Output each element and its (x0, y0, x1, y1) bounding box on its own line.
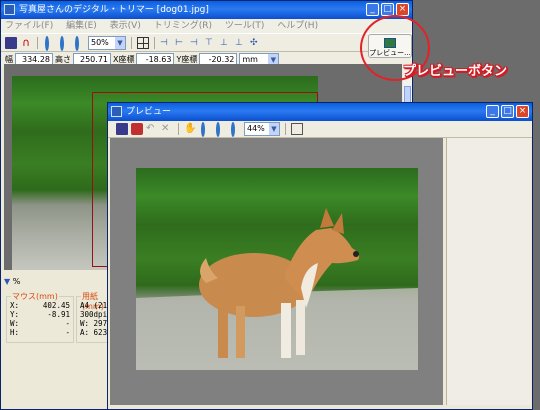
zoom-select[interactable]: 50% ▼ (88, 35, 126, 50)
zoom-fit-icon[interactable] (73, 35, 85, 51)
zoom-in-icon[interactable] (43, 35, 55, 51)
mouse-row: X: 402.45 (10, 301, 70, 310)
zoom-value: 50% (91, 37, 109, 47)
preview-zoom-select[interactable]: 44% ▼ (244, 122, 280, 136)
grid-icon[interactable] (137, 36, 149, 49)
menu-view[interactable]: 表示(V) (110, 21, 141, 31)
preview-zoom-value: 44% (247, 124, 265, 133)
chevron-down-icon: ▼ (115, 36, 125, 49)
callout-label: プレビューボタン (403, 64, 508, 79)
main-window-title: 写真屋さんのデジタル・トリマー [dog01.jpg] (19, 5, 209, 15)
menu-edit[interactable]: 編集(E) (66, 21, 97, 31)
mouse-row: H: - (10, 328, 70, 337)
preview-canvas[interactable] (110, 138, 443, 405)
preview-toolbar: ↶ ✕ ✋ 44% ▼ (108, 121, 532, 138)
preview-side-panel (446, 138, 531, 405)
menu-bar: ファイル(F) 編集(E) 表示(V) トリミング(R) ツール(T) ヘルプ(… (1, 19, 412, 33)
preview-app-icon (111, 106, 122, 117)
zoom-in-icon[interactable] (199, 122, 211, 137)
close-button[interactable]: × (396, 3, 409, 16)
mouse-group: マウス(mm) X: 402.45 Y: -8.91 W: - H: - (6, 291, 74, 343)
preview-maximize-button[interactable]: □ (501, 105, 514, 118)
chevron-down-icon: ▼ (269, 123, 279, 135)
align-hcenter-icon[interactable]: ⊢ (175, 37, 187, 49)
preview-title-bar[interactable]: プレビュー _ □ × (108, 103, 532, 121)
minimize-button[interactable]: _ (366, 3, 379, 16)
exit-icon[interactable] (291, 123, 303, 135)
camera-icon[interactable] (131, 123, 143, 135)
menu-tools[interactable]: ツール(T) (225, 21, 265, 31)
zoom-out-icon[interactable] (214, 122, 226, 137)
main-title-bar[interactable]: 写真屋さんのデジタル・トリマー [dog01.jpg] _ □ × (1, 1, 412, 19)
delete-icon[interactable]: ✕ (161, 123, 173, 135)
align-top-icon[interactable]: ⊤ (205, 37, 217, 49)
preview-photo (136, 168, 418, 370)
align-vcenter-icon[interactable]: ⊥ (220, 37, 232, 49)
paper-group: 用紙(mm) A4 (210× 300dpi (1 W: 297.0 A: 62… (76, 291, 121, 343)
magnet-icon[interactable]: ∩ (20, 36, 32, 49)
zoom-fit-icon[interactable] (229, 122, 241, 137)
dog-image (136, 208, 418, 370)
undo-icon[interactable]: ↶ (146, 123, 158, 135)
info-panel-header[interactable]: ▼ % (4, 277, 104, 289)
preview-minimize-button[interactable]: _ (486, 105, 499, 118)
menu-file[interactable]: ファイル(F) (5, 21, 53, 31)
align-bottom-icon[interactable]: ⊥ (235, 37, 247, 49)
maximize-button[interactable]: □ (381, 3, 394, 16)
align-left-icon[interactable]: ⊣ (160, 37, 172, 49)
fit-page-icon[interactable]: ✣ (250, 37, 262, 49)
mouse-row: W: - (10, 319, 70, 328)
menu-help[interactable]: ヘルプ(H) (277, 21, 318, 31)
app-icon (4, 4, 15, 15)
preview-close-button[interactable]: × (516, 105, 529, 118)
main-toolbar: ∩ 50% ▼ ⊣ ⊢ ⊣ ⊤ ⊥ ⊥ ✣ (1, 33, 412, 52)
hand-icon[interactable]: ✋ (184, 123, 196, 135)
zoom-out-icon[interactable] (58, 35, 70, 51)
mouse-row: Y: -8.91 (10, 310, 70, 319)
save-icon[interactable] (5, 36, 17, 49)
save-icon[interactable] (116, 123, 128, 135)
preview-window-title: プレビュー (126, 107, 172, 117)
align-right-icon[interactable]: ⊣ (190, 37, 202, 49)
menu-trimming[interactable]: トリミング(R) (154, 21, 212, 31)
